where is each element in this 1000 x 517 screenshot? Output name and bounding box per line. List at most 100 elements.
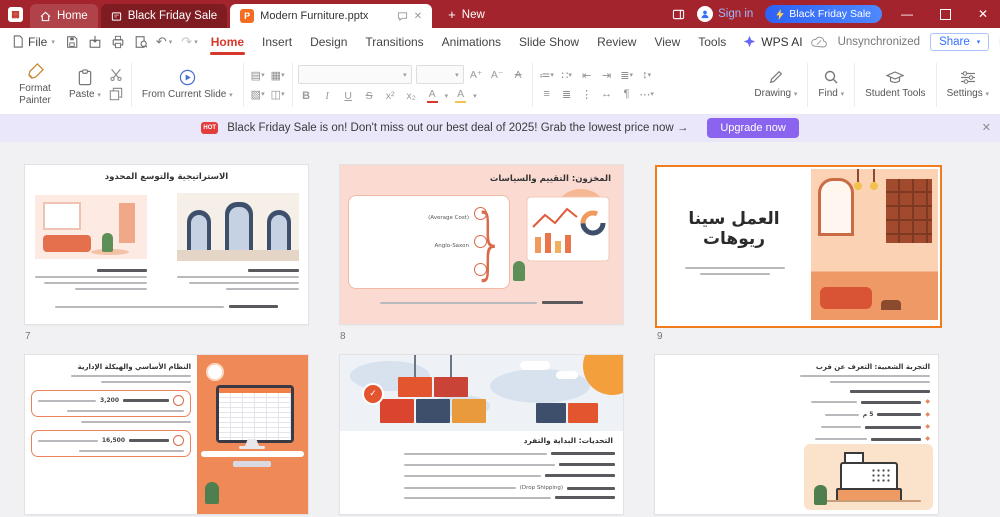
dock-window-icon[interactable] <box>672 8 685 21</box>
close-tab-icon[interactable]: ✕ <box>414 11 422 22</box>
ribbon-tab-insert[interactable]: Insert <box>253 29 301 55</box>
underline-button[interactable]: U <box>340 88 357 104</box>
close-window-button[interactable]: ✕ <box>970 0 996 28</box>
ribbon-tab-design[interactable]: Design <box>301 29 356 55</box>
share-button[interactable]: Share ▾ <box>930 32 990 51</box>
ribbon-tab-view[interactable]: View <box>645 29 689 55</box>
subscript-button[interactable]: x₂ <box>403 88 420 104</box>
wps-ai-button[interactable]: WPS AI <box>735 35 810 49</box>
format-painter-button[interactable]: Format Painter <box>6 61 64 108</box>
file-menu-label: File <box>28 34 48 49</box>
plus-icon: + <box>448 7 456 22</box>
tab-black-friday-sale[interactable]: Black Friday Sale <box>100 4 228 28</box>
tab-document-active[interactable]: P Modern Furniture.pptx ✕ <box>230 4 433 28</box>
slide-thumbnail-9-selected[interactable]: العمل سينا ريوهات <box>655 165 942 328</box>
align-center-button[interactable]: ≣ <box>558 87 576 102</box>
ribbon-tab-review[interactable]: Review <box>588 29 645 55</box>
slide-thumbnail-10[interactable]: النظام الأساسي والهيكلة الإدارية 3,200 1… <box>25 355 308 514</box>
pencil-icon <box>769 71 783 84</box>
comment-icon[interactable] <box>397 11 408 22</box>
highlight-caret[interactable]: ▾ <box>473 92 477 100</box>
drawing-button[interactable]: Drawing ▾ <box>749 67 802 102</box>
black-friday-sale-button[interactable]: Black Friday Sale <box>765 5 882 23</box>
diamond-bullet-icon: ◆ <box>925 435 930 442</box>
paste-button[interactable]: Paste ▾ <box>64 67 106 103</box>
new-slide-button[interactable]: ▤ ▾ <box>249 68 267 83</box>
align-left-button[interactable]: ≡ <box>538 87 556 102</box>
export-icon[interactable] <box>88 35 102 49</box>
cut-icon[interactable] <box>109 68 123 81</box>
slide10-value-box-1: 3,200 <box>31 390 191 417</box>
ribbon-tab-tools[interactable]: Tools <box>689 29 735 55</box>
from-current-slide-label: From Current Slide <box>141 88 227 100</box>
student-tools-button[interactable]: Student Tools <box>860 68 930 102</box>
ribbon-tab-home[interactable]: Home <box>202 29 253 55</box>
sign-in-button[interactable]: Sign in <box>697 6 753 22</box>
chevron-down-icon: ▾ <box>51 38 55 46</box>
align-right-button[interactable]: ⋮ <box>578 87 596 102</box>
highlight-color-button[interactable]: A <box>452 88 469 104</box>
print-preview-icon[interactable] <box>134 35 148 49</box>
slide7-storefront-illustration <box>177 193 299 261</box>
file-icon <box>13 35 23 48</box>
decrease-indent-button[interactable]: ⇤ <box>578 68 596 83</box>
redo-button[interactable]: ↷ ▾ <box>181 34 197 50</box>
slide11-latin-drop-shipping: (Drop Shipping) <box>519 485 563 491</box>
print-icon[interactable] <box>111 35 125 49</box>
slide-thumbnail-8[interactable]: المخزون: التقييم والسياسات } (Average Co… <box>340 165 623 324</box>
tab-home[interactable]: Home <box>30 4 98 28</box>
upgrade-now-button[interactable]: Upgrade now <box>707 118 799 138</box>
justify-button[interactable]: ↔ <box>598 87 616 102</box>
text-direction-button[interactable]: ↕ ▾ <box>638 68 656 83</box>
font-color-caret[interactable]: ▾ <box>445 92 449 100</box>
slide-thumbnail-12[interactable]: التجربة الشعبية: التعرف عن قرب ◆ ◆ 5 م ◆… <box>655 355 938 514</box>
new-tab-button[interactable]: + New <box>448 8 485 21</box>
font-family-select[interactable]: ▾ <box>297 65 412 84</box>
slide-thumbnail-7[interactable]: الاستراتيجية والتوسع المحدود <box>25 165 308 324</box>
slide-sorter-canvas[interactable]: الاستراتيجية والتوسع المحدود 7 المخزون: … <box>0 142 1000 517</box>
numbering-button[interactable]: ∷ ▾ <box>558 68 576 83</box>
wps-logo-icon[interactable]: ▦ <box>8 7 23 22</box>
slide7-title: الاستراتيجية والتوسع المحدود <box>104 172 229 182</box>
italic-button[interactable]: I <box>319 88 336 104</box>
slide-section-button[interactable]: ◫ ▾ <box>269 87 287 102</box>
paste-label: Paste <box>69 88 95 100</box>
minimize-button[interactable]: — <box>894 0 920 28</box>
slide8-latin-anglo-saxon: Anglo-Saxon <box>434 242 469 249</box>
find-button[interactable]: Find ▾ <box>813 67 849 102</box>
undo-button[interactable]: ↶ ▾ <box>156 34 172 50</box>
font-size-select[interactable]: ▾ <box>415 65 464 84</box>
slide-layout-button[interactable]: ▦ ▾ <box>269 68 287 83</box>
banner-message: Black Friday Sale is on! Don't miss out … <box>227 122 689 134</box>
strikethrough-button[interactable]: S <box>361 88 378 104</box>
slide10-text-block: النظام الأساسي والهيكلة الإدارية 3,200 1… <box>31 363 191 457</box>
banner-close-icon[interactable]: ✕ <box>982 121 991 134</box>
paragraph-button[interactable]: ¶ <box>618 87 636 102</box>
from-current-slide-button[interactable]: From Current Slide ▾ <box>137 67 238 103</box>
sign-in-label: Sign in <box>718 8 754 20</box>
increase-indent-button[interactable]: ⇥ <box>598 68 616 83</box>
columns-button[interactable]: ⋯ ▾ <box>638 87 656 102</box>
settings-button[interactable]: Settings ▾ <box>942 68 994 102</box>
bullets-button[interactable]: ≔ ▾ <box>538 68 556 83</box>
ai-sparkle-icon <box>744 35 756 48</box>
ribbon-tab-transitions[interactable]: Transitions <box>356 29 432 55</box>
ribbon-tab-slide-show[interactable]: Slide Show <box>510 29 588 55</box>
maximize-button[interactable] <box>932 0 958 28</box>
increase-font-size-button[interactable]: A⁺ <box>468 67 485 83</box>
save-icon[interactable] <box>65 35 79 49</box>
copy-icon[interactable] <box>109 87 123 101</box>
slide11-title: التحديات: البداية والتفرد <box>523 436 613 445</box>
decrease-font-size-button[interactable]: A⁻ <box>489 67 506 83</box>
slide-thumbnail-11[interactable]: ✓ التحديات: البداية والتفرد (Drop Shippi… <box>340 355 623 514</box>
superscript-button[interactable]: x² <box>382 88 399 104</box>
clear-format-button[interactable]: A <box>510 67 527 83</box>
file-menu[interactable]: File ▾ <box>0 35 61 49</box>
font-color-button[interactable]: A <box>424 88 441 104</box>
slide11-shipping-illustration: ✓ <box>340 355 623 431</box>
slide10-value-box-2: 16,500 <box>31 430 191 457</box>
ribbon-tab-animations[interactable]: Animations <box>433 29 510 55</box>
bold-button[interactable]: B <box>298 88 315 104</box>
line-spacing-button[interactable]: ≣ ▾ <box>618 68 636 83</box>
slide-design-button[interactable]: ▧ ▾ <box>249 87 267 102</box>
